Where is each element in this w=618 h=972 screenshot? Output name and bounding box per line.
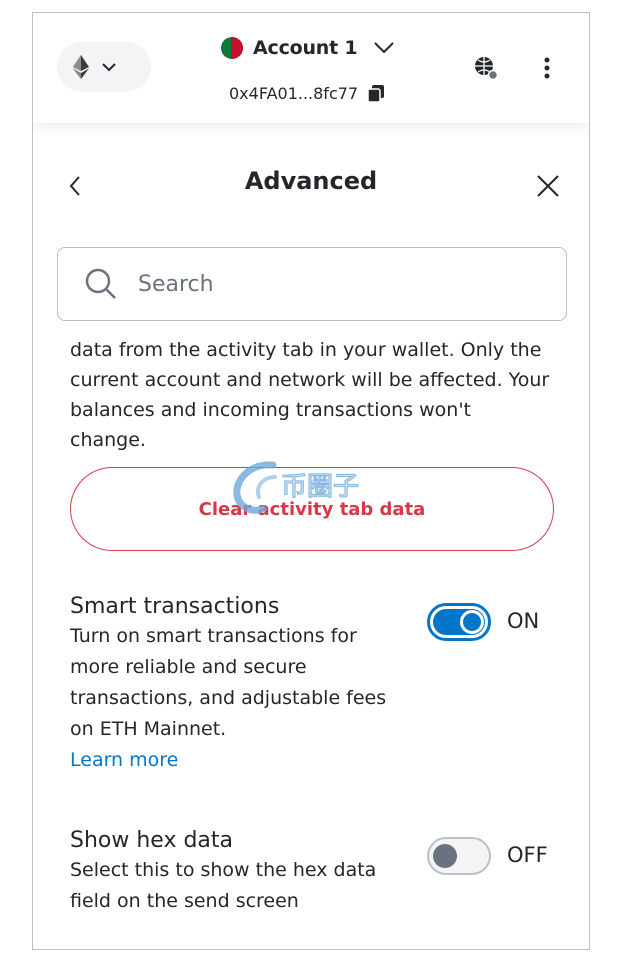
toggle-knob [460,610,484,634]
settings-search[interactable] [57,247,567,321]
smart-transactions-toggle[interactable] [427,603,491,641]
ethereum-icon [73,55,89,79]
globe-icon [475,57,499,81]
smart-transactions-title: Smart transactions [70,594,280,619]
app-header: Account 1 0x4FA01...8fc77 [33,13,589,123]
hex-data-setting: Show hex data Select this to show the he… [70,827,410,917]
page-title: Advanced [244,167,378,195]
hex-data-description: Select this to show the hex data field o… [70,859,377,912]
extension-frame: Account 1 0x4FA01...8fc77 Advanced Searc… [32,12,590,950]
address-text: 0x4FA01...8fc77 [229,83,359,103]
search-icon [85,268,116,299]
smart-transactions-state: ON [507,609,540,633]
account-address[interactable]: 0x4FA01...8fc77 [229,83,386,103]
account-name: Account 1 [253,37,358,59]
watermark-text: 币圈子 [281,472,359,502]
smart-transactions-description: Turn on smart transactions for more reli… [70,625,387,740]
close-button[interactable] [533,171,563,201]
clear-activity-description: data from the activity tab in your walle… [70,339,550,451]
smart-transactions-setting: Smart transactions Turn on smart transac… [70,593,410,776]
account-options-button[interactable] [537,53,557,83]
account-picker[interactable]: Account 1 [221,37,395,59]
connected-sites-button[interactable] [471,53,501,83]
search-input[interactable] [136,270,520,298]
account-avatar [221,37,243,59]
network-picker[interactable] [57,42,151,92]
hex-data-title: Show hex data [70,828,234,853]
settings-subheader: Advanced [33,153,589,217]
learn-more-link[interactable]: Learn more [70,745,410,776]
toggle-knob [433,844,457,868]
chevron-down-icon [374,42,395,54]
watermark-logo: 币圈子 [233,461,360,514]
kebab-menu-icon [544,57,550,79]
hex-data-toggle[interactable] [427,837,491,875]
chevron-down-icon [102,63,116,72]
close-icon [537,175,559,197]
hex-data-state: OFF [507,843,548,867]
copy-icon[interactable] [366,83,386,103]
